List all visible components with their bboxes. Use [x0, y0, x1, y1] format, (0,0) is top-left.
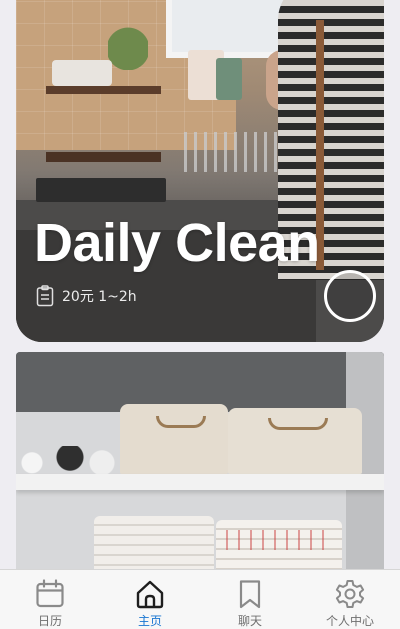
- gear-icon: [335, 580, 365, 608]
- card-photo-basket-handle: [156, 416, 206, 428]
- calendar-icon: [36, 579, 64, 608]
- tab-calendar-label: 日历: [37, 614, 62, 628]
- service-card-daily-clean[interactable]: Daily Clean 20元 1~2h: [16, 0, 384, 342]
- card-meta: 20元 1~2h: [36, 284, 137, 308]
- card-title: Daily Clean: [34, 213, 320, 273]
- tab-home-label: 主页: [137, 614, 162, 628]
- tab-chat[interactable]: 聊天: [200, 570, 300, 629]
- tab-profile[interactable]: 个人中心: [300, 570, 400, 629]
- card-photo-folded-towels: [94, 516, 214, 569]
- home-icon: [136, 580, 164, 609]
- card-price-duration: 20元 1~2h: [62, 289, 137, 305]
- clipboard-icon: [36, 285, 54, 307]
- card-action-button[interactable]: [324, 270, 376, 322]
- card-photo-shelf: [46, 86, 161, 94]
- card-photo-window: [166, 0, 296, 58]
- card-photo-dish-rack: [184, 132, 284, 172]
- card-photo-jars: [52, 60, 112, 86]
- tab-calendar[interactable]: 日历: [0, 570, 100, 629]
- card-photo-stove: [36, 178, 166, 202]
- tab-profile-label: 个人中心: [325, 614, 374, 628]
- card-photo-basket-handle: [268, 418, 328, 430]
- card-photo-cabinet-top: [16, 352, 384, 412]
- card-photo-towel-pattern: [226, 530, 326, 550]
- tab-home[interactable]: 主页: [100, 570, 200, 629]
- card-photo-towel: [216, 58, 242, 100]
- service-feed: Daily Clean 20元 1~2h: [0, 0, 400, 569]
- card-photo-shelf: [46, 152, 161, 162]
- bottom-tab-bar: 日历 主页 聊天 个人中心: [0, 569, 400, 629]
- bookmark-icon: [239, 580, 261, 609]
- card-photo-basket: [120, 404, 228, 474]
- card-photo-rolls: [20, 446, 120, 474]
- card-photo-shelf: [16, 474, 384, 490]
- card-photo-plant: [108, 0, 148, 70]
- tab-chat-label: 聊天: [237, 614, 262, 628]
- service-card-organizing[interactable]: [16, 352, 384, 569]
